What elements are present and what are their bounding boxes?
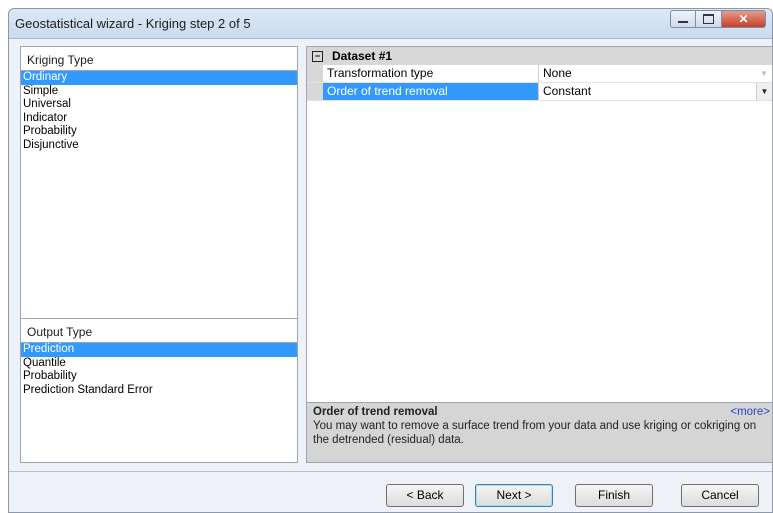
chevron-down-icon[interactable]: ▼: [756, 65, 772, 82]
close-icon[interactable]: ✕: [722, 10, 766, 28]
kriging-type-item[interactable]: Universal: [21, 98, 297, 112]
kriging-type-item[interactable]: Ordinary: [21, 71, 297, 85]
description-panel: Order of trend removal <more> You may wa…: [306, 403, 773, 463]
window-controls: ✕: [670, 10, 766, 28]
output-type-header: Output Type: [21, 319, 297, 343]
wizard-window: Geostatistical wizard - Kriging step 2 o…: [8, 8, 773, 513]
row-gutter: [307, 83, 323, 100]
back-button[interactable]: < Back: [386, 484, 464, 507]
dataset-category-label: Dataset #1: [332, 49, 393, 63]
description-body: You may want to remove a surface trend f…: [313, 420, 757, 446]
dataset-category-row[interactable]: − Dataset #1: [307, 47, 772, 65]
finish-button[interactable]: Finish: [575, 484, 653, 507]
output-type-item[interactable]: Probability: [21, 370, 297, 384]
kriging-type-header: Kriging Type: [21, 47, 297, 71]
kriging-type-items: Ordinary Simple Universal Indicator Prob…: [21, 71, 297, 152]
property-name: Transformation type: [323, 65, 539, 82]
next-button[interactable]: Next >: [475, 484, 553, 507]
title-bar: Geostatistical wizard - Kriging step 2 o…: [9, 9, 772, 39]
kriging-type-item[interactable]: Indicator: [21, 112, 297, 126]
output-type-items: Prediction Quantile Probability Predicti…: [21, 343, 297, 397]
collapse-icon[interactable]: −: [312, 50, 323, 62]
property-row-trend-removal[interactable]: Order of trend removal Constant ▼: [307, 83, 772, 101]
kriging-type-list[interactable]: Kriging Type Ordinary Simple Universal I…: [20, 46, 298, 320]
more-link[interactable]: <more>: [730, 406, 770, 418]
footer-divider: [9, 471, 772, 472]
row-gutter: [307, 65, 323, 82]
property-grid: − Dataset #1 Transformation type None ▼ …: [306, 46, 773, 403]
output-type-item[interactable]: Quantile: [21, 357, 297, 371]
output-type-list[interactable]: Output Type Prediction Quantile Probabil…: [20, 318, 298, 463]
property-name: Order of trend removal: [323, 83, 539, 100]
kriging-type-item[interactable]: Probability: [21, 125, 297, 139]
property-value: Constant: [543, 84, 592, 98]
kriging-type-item[interactable]: Simple: [21, 85, 297, 99]
output-type-item[interactable]: Prediction Standard Error: [21, 384, 297, 398]
property-value: None: [543, 66, 572, 80]
kriging-type-item[interactable]: Disjunctive: [21, 139, 297, 153]
maximize-icon[interactable]: [696, 10, 722, 28]
cancel-button[interactable]: Cancel: [681, 484, 759, 507]
description-title: Order of trend removal: [313, 406, 438, 418]
transformation-type-select[interactable]: None ▼: [539, 65, 772, 82]
trend-removal-select[interactable]: Constant ▼: [539, 83, 772, 100]
output-type-item[interactable]: Prediction: [21, 343, 297, 357]
window-title: Geostatistical wizard - Kriging step 2 o…: [15, 16, 251, 31]
minimize-icon[interactable]: [670, 10, 696, 28]
property-row-transformation[interactable]: Transformation type None ▼: [307, 65, 772, 83]
chevron-down-icon[interactable]: ▼: [756, 83, 772, 100]
